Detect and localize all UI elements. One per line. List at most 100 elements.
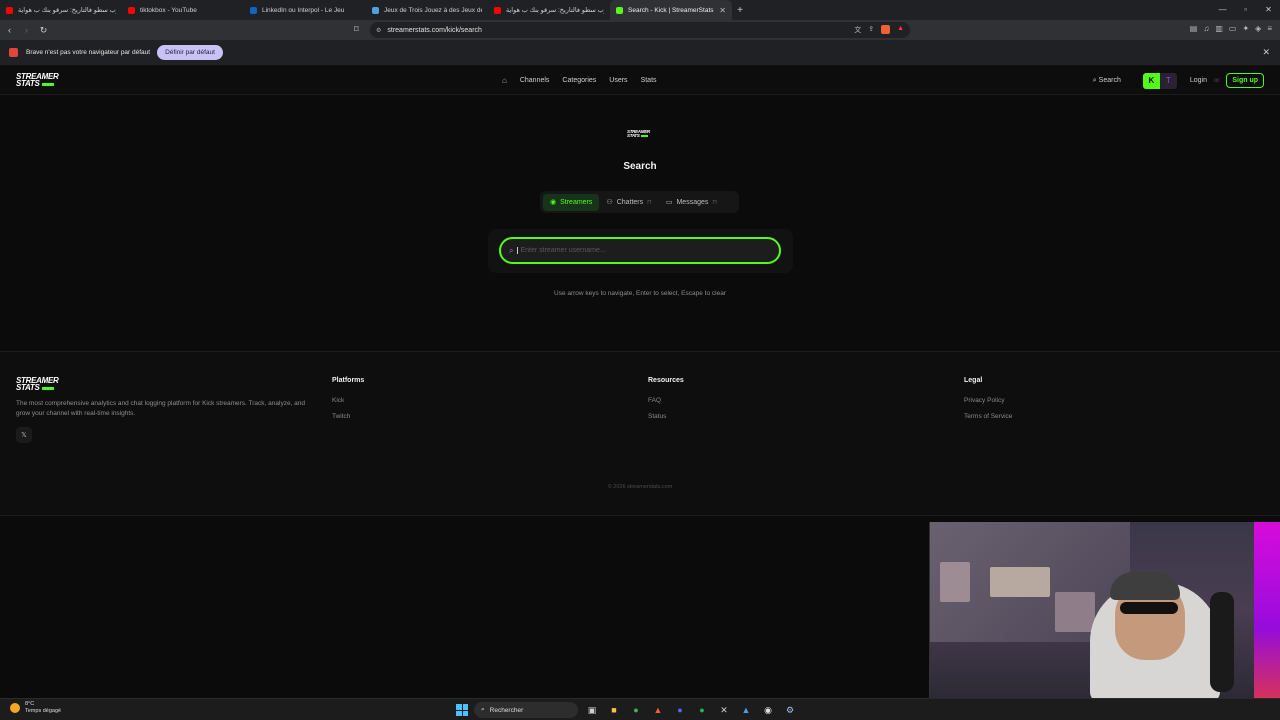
new-tab-button[interactable]: + [732,5,748,16]
footer-link-terms[interactable]: Terms of Service [964,413,1012,420]
webcam-glasses [1120,602,1178,614]
wallet-icon[interactable]: ▭ [1229,24,1237,33]
forward-icon[interactable]: › [19,25,34,35]
discord-icon[interactable]: ● [672,702,688,718]
extensions-icon[interactable]: ✦ [1242,24,1249,33]
x-social-icon[interactable]: 𝕏 [16,427,32,443]
chrome-icon[interactable]: ● [628,702,644,718]
footer-link-faq[interactable]: FAQ [648,397,684,404]
brave-shields-icon[interactable] [881,25,891,34]
windows-start-icon[interactable] [456,704,468,716]
media-icon[interactable]: ♫ [1203,24,1209,33]
nav-categories[interactable]: Categories [562,77,596,84]
footer-column-platforms: Platforms Kick Twitch [332,377,364,429]
twitch-platform-toggle[interactable]: T [1159,72,1177,89]
tab-title: Jeux de Trois Jouez à des Jeux de Tr [384,6,482,14]
nav-stats[interactable]: Stats [641,77,657,84]
address-bar[interactable]: ⚙ streamerstats.com/kick/search 文 ⇪ ▲ [370,22,910,38]
browser-tab-strip: أضرب سطو فالتاريخ: سرقو بنك ب هواية! tikt… [0,0,1280,20]
footer-link-twitch[interactable]: Twitch [332,413,364,420]
share-icon[interactable]: ⇪ [868,25,874,35]
browser-tab[interactable]: أضرب سطو فالتاريخ: سرقو بنك ب هواية! [488,0,610,20]
brave-icon[interactable]: ▲ [650,702,666,718]
steam-icon[interactable]: ⚙ [782,702,798,718]
logo-text-line2: STATS [16,79,40,89]
footer-link-kick[interactable]: Kick [332,397,364,404]
spotify-icon[interactable]: ● [694,702,710,718]
home-icon[interactable]: ⌂ [502,76,507,85]
tab-title: أضرب سطو فالتاريخ: سرقو بنك ب هواية! [506,7,604,14]
signup-button[interactable]: Sign up [1226,73,1264,88]
site-logo[interactable]: STREAMER STATS [16,73,59,88]
bookmark-icon[interactable]: ⌑ [354,24,359,35]
back-icon[interactable]: ‹ [2,25,17,35]
footer-link-status[interactable]: Status [648,413,684,420]
header-search-label: Search [1098,76,1121,84]
nav-channels[interactable]: Channels [520,77,550,84]
search-page-logo: STREAMER STATS [627,129,650,138]
streamer-search-input[interactable] [517,247,758,254]
close-window-icon[interactable]: ✕ [1257,0,1280,20]
capture-icon[interactable]: ✕ [716,702,732,718]
favicon-icon [372,6,379,14]
tab-label: Messages [676,198,709,206]
sidebar-icon[interactable]: ▤ [1190,24,1198,33]
weather-widget[interactable]: 8°C Temps dégagé [10,701,61,715]
close-icon[interactable]: ✕ [1262,47,1270,58]
minimize-icon[interactable]: — [1211,0,1234,20]
webcam-poster [990,567,1050,597]
tab-title: tiktokbox - YouTube [140,6,197,14]
file-explorer-icon[interactable]: ■ [606,702,622,718]
weather-desc: Temps dégagé [25,708,62,714]
footer-heading: Legal [964,377,983,384]
footer-logo[interactable]: STREAMER STATS [16,377,59,392]
browser-tab[interactable]: tiktokbox - YouTube [122,0,244,20]
browser-tab[interactable]: Jeux de Trois Jouez à des Jeux de Tr [366,0,488,20]
tab-messages[interactable]: ▭ Messages ⊓ [659,194,724,211]
footer-column-resources: Resources FAQ Status [648,377,684,429]
taskbar-search-label: Rechercher [489,706,524,714]
panel-icon[interactable]: ▥ [1215,24,1223,33]
menu-icon[interactable]: ≡ [1267,24,1272,33]
photos-icon[interactable]: ▲ [738,702,754,718]
set-default-button[interactable]: Définir par défaut [157,45,223,60]
brave-logo-icon [9,48,18,57]
nav-users[interactable]: Users [609,77,627,84]
kick-platform-toggle[interactable]: K [1142,72,1160,89]
logo-bar [640,134,648,137]
streamer-search-field[interactable]: ⌕ [499,237,781,264]
login-link[interactable]: Login [1190,77,1207,84]
obs-icon[interactable]: ◉ [760,702,776,718]
task-view-icon[interactable]: ▣ [584,702,600,718]
footer-link-privacy[interactable]: Privacy Policy [964,397,1012,404]
brave-rewards-icon[interactable]: ▲ [897,25,904,35]
search-icon: ⌕ [481,706,485,713]
taskbar-search[interactable]: ⌕ Rechercher [474,702,578,718]
browser-toolbar: ‹ › ↻ ⌑ ⚙ streamerstats.com/kick/search … [0,20,1280,40]
maximize-icon[interactable]: ▫ [1234,0,1257,20]
browser-tab[interactable]: أضرب سطو فالتاريخ: سرقو بنك ب هواية! [0,0,122,20]
message-icon: ▭ [665,199,673,206]
webcam-poster [1055,592,1095,632]
taskbar-apps: ⌕ Rechercher ▣ ■ ● ▲ ● ● ✕ ▲ ◉ ⚙ [456,701,798,719]
tab-streamers[interactable]: ◉ Streamers [543,193,600,211]
site-header: STREAMER STATS ⌂ Channels Categories Use… [0,66,1280,95]
vpn-icon[interactable]: ◈ [1255,24,1261,33]
or-separator: or [1213,77,1220,84]
lock-icon: ⊓ [647,199,652,206]
reload-icon[interactable]: ↻ [36,25,51,36]
footer-column-legal: Legal Privacy Policy Terms of Service [964,377,1012,429]
site-info-icon[interactable]: ⚙ [376,27,381,34]
webcam-cap [1110,572,1180,600]
header-actions: ⌕ Search K T Login or Sign up [1093,66,1264,95]
browser-tab[interactable]: LinkedIn ou Interpol - Le Jeu [244,0,366,20]
webcam-overlay [929,522,1280,698]
tab-title: Search - Kick | StreamerStats [628,6,714,14]
close-tab-icon[interactable]: ✕ [719,6,726,15]
tab-chatters[interactable]: ⚇ Chatters ⊓ [599,194,658,211]
lock-icon: ⊓ [712,199,718,206]
footer-heading: Resources [648,377,684,384]
translate-icon[interactable]: 文 [854,25,861,35]
header-search-link[interactable]: ⌕ Search [1093,77,1121,85]
browser-tab[interactable]: Search - Kick | StreamerStats ✕ [610,0,732,20]
